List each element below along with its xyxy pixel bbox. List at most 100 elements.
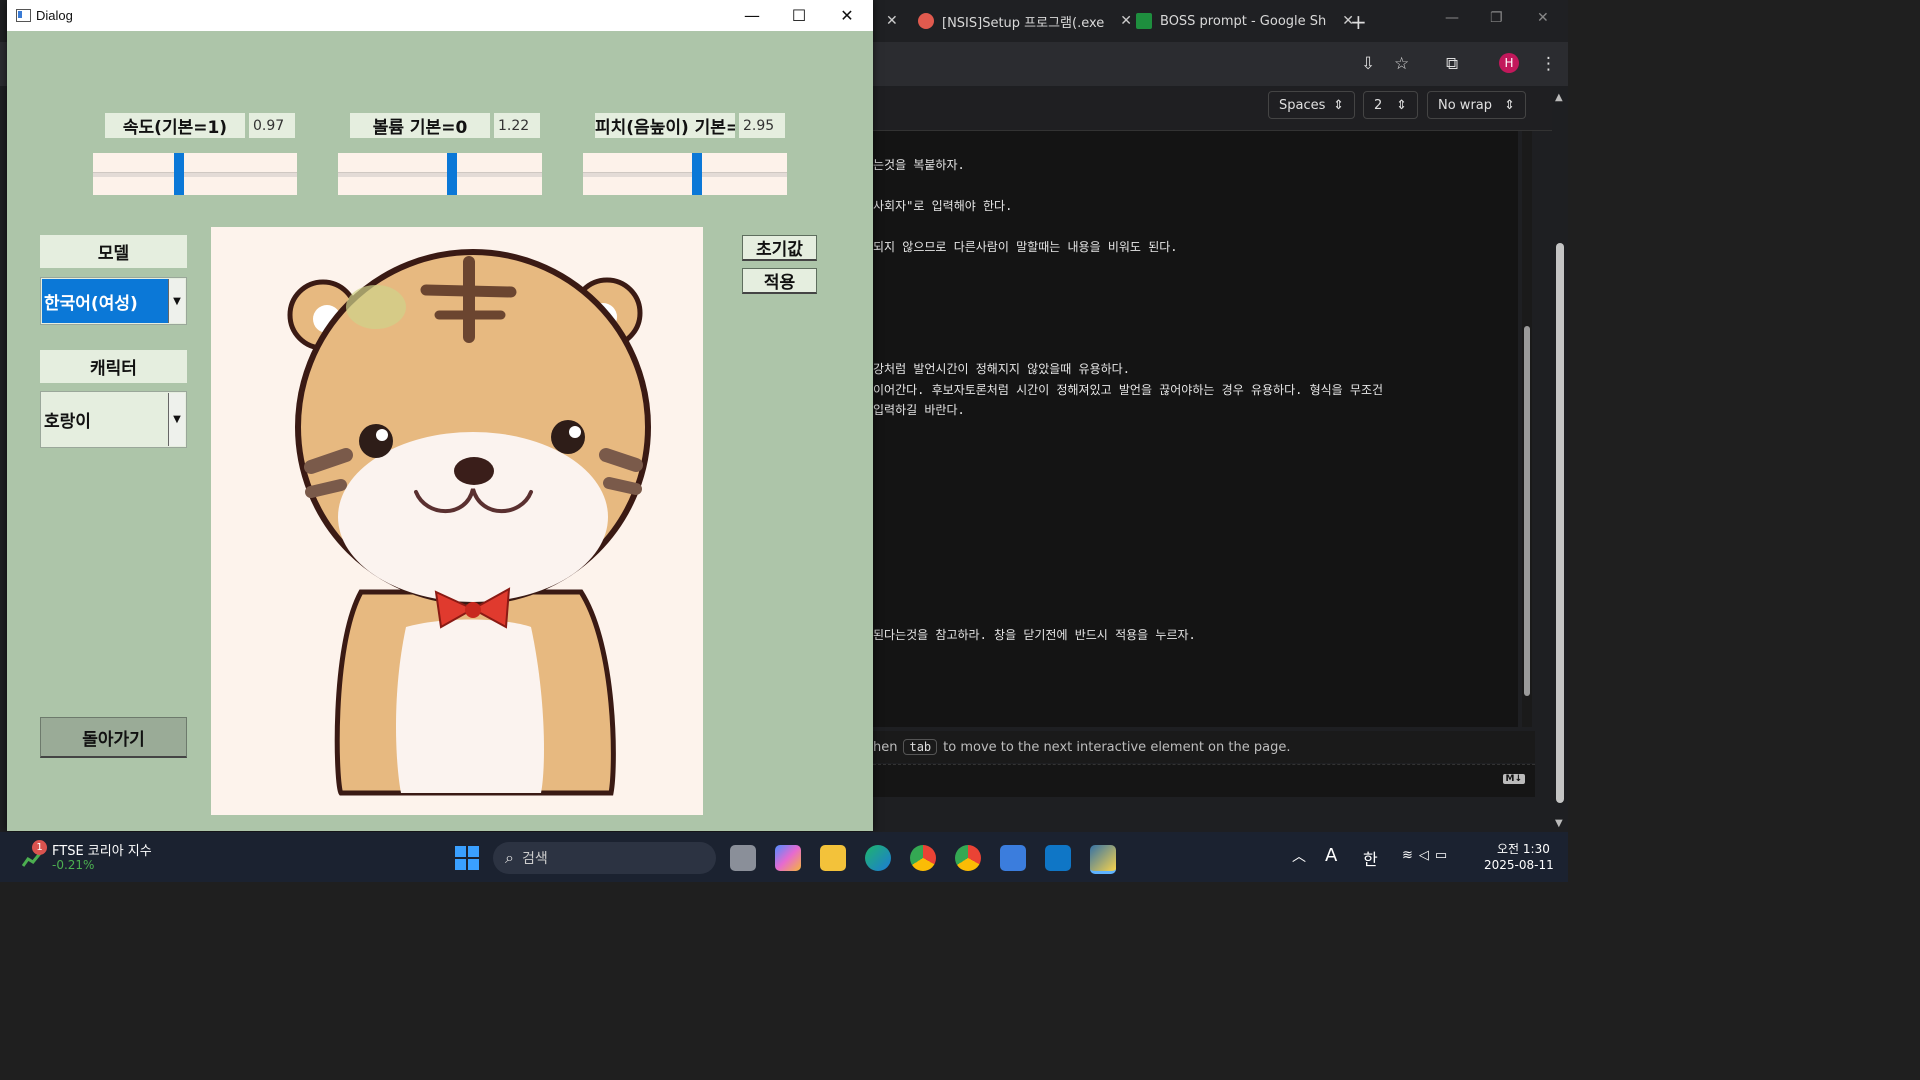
minimize-icon[interactable]: — <box>729 0 775 31</box>
taskbar-search[interactable]: ⌕ 검색 <box>493 842 716 874</box>
tab-nsis[interactable]: [NSIS]Setup 프로그램(.exe ✕ <box>918 6 1132 36</box>
editor-line: 되지 않으므로 다른사람이 말할때는 내용을 비워도 된다. <box>873 240 1178 254</box>
page-scrollbar[interactable]: ▲ ▼ <box>1552 88 1568 832</box>
bookmark-star-icon[interactable]: ☆ <box>1394 54 1409 74</box>
maximize-icon[interactable]: ☐ <box>776 0 822 31</box>
hint-text-before: hen <box>873 739 898 755</box>
model-selected-value: 한국어(여성) <box>42 279 168 323</box>
close-icon[interactable]: ✕ <box>1537 10 1549 26</box>
volume-value: 1.22 <box>494 113 540 138</box>
chrome-profile-icon[interactable] <box>955 845 981 871</box>
editor-line: 이어간다. 후보자토론처럼 시간이 정해져있고 발언을 끊어야하는 경우 유용하… <box>873 383 1384 397</box>
pitch-value: 2.95 <box>739 113 785 138</box>
indent-mode-select[interactable]: Spaces ⇕ <box>1268 91 1355 119</box>
scroll-up-icon[interactable]: ▲ <box>1555 92 1563 103</box>
editor-scroll-thumb[interactable] <box>1524 326 1530 696</box>
chevron-down-icon[interactable]: ▼ <box>168 393 185 446</box>
pitch-slider[interactable] <box>583 153 787 195</box>
slider-handle[interactable] <box>692 153 702 195</box>
restore-icon[interactable]: ❐ <box>1490 10 1503 26</box>
speed-value: 0.97 <box>249 113 295 138</box>
tab-close-partial[interactable]: ✕ <box>878 6 898 36</box>
edge-icon[interactable] <box>865 845 891 871</box>
hint-text-after: to move to the next interactive element … <box>943 739 1291 755</box>
install-app-icon[interactable]: ⇩ <box>1361 54 1375 74</box>
updown-icon: ⇕ <box>1333 97 1344 113</box>
markdown-icon: M↓ <box>1502 774 1525 784</box>
keyboard-hint: hen tab to move to the next interactive … <box>873 731 1535 763</box>
indent-mode-value: Spaces <box>1279 97 1326 113</box>
character-preview <box>211 227 703 815</box>
character-combobox[interactable]: 호랑이 ▼ <box>40 391 187 448</box>
speed-slider[interactable] <box>93 153 297 195</box>
editor-line: 는것을 복붙하자. <box>873 158 965 172</box>
tiger-character-image <box>287 249 651 796</box>
clock-time[interactable]: 오전 1:30 <box>1497 840 1550 857</box>
page-scroll-thumb[interactable] <box>1556 243 1564 803</box>
character-selected-value: 호랑이 <box>44 412 91 432</box>
tts-settings-dialog: Dialog — ☐ ✕ 속도(기본=1) 0.97 볼륨 기본=0 1.22 … <box>7 0 873 831</box>
chrome-icon[interactable] <box>910 845 936 871</box>
speaker-icon: ◁ <box>1418 848 1435 863</box>
minimize-icon[interactable]: — <box>1445 10 1459 26</box>
notification-badge: 1 <box>32 840 47 855</box>
windows-start-icon[interactable] <box>455 846 479 870</box>
scroll-down-icon[interactable]: ▼ <box>1555 818 1563 829</box>
google-sheets-icon <box>1136 13 1152 29</box>
notepad-icon[interactable] <box>1000 845 1026 871</box>
new-tab-button[interactable]: + <box>1350 10 1367 34</box>
editor-line: 입력하길 바란다. <box>873 403 965 417</box>
tab-label: BOSS prompt - Google Sh <box>1160 13 1327 29</box>
system-tray-icons[interactable]: ≋◁▭ <box>1402 848 1453 863</box>
chevron-down-icon[interactable]: ▼ <box>168 279 185 323</box>
stock-widget-value: -0.21% <box>52 858 95 872</box>
dialog-titlebar[interactable]: Dialog — ☐ ✕ <box>7 0 873 31</box>
chevron-up-icon[interactable]: ︿ <box>1292 846 1306 866</box>
indent-size-select[interactable]: 2 ⇕ <box>1363 91 1418 119</box>
slider-handle[interactable] <box>174 153 184 195</box>
more-menu-icon[interactable]: ⋮ <box>1540 54 1557 74</box>
updown-icon: ⇕ <box>1504 97 1515 113</box>
editor-scrollbar[interactable] <box>1522 131 1532 727</box>
model-combobox[interactable]: 한국어(여성) ▼ <box>40 277 187 325</box>
back-button[interactable]: 돌아가기 <box>40 717 187 758</box>
volume-label: 볼륨 기본=0 <box>350 113 490 138</box>
python-icon[interactable] <box>1090 845 1116 874</box>
volume-slider[interactable] <box>338 153 542 195</box>
reset-button[interactable]: 초기값 <box>742 235 817 261</box>
vscode-icon[interactable] <box>1045 845 1071 871</box>
slider-groove <box>583 172 787 177</box>
wrap-mode-select[interactable]: No wrap ⇕ <box>1427 91 1526 119</box>
slider-handle[interactable] <box>447 153 457 195</box>
pitch-label: 피치(음높이) 기본=0 <box>595 113 735 138</box>
character-label: 캐릭터 <box>40 350 187 383</box>
apply-button[interactable]: 적용 <box>742 268 817 294</box>
updown-icon: ⇕ <box>1396 97 1407 113</box>
app-window-icon <box>16 9 31 22</box>
battery-icon: ▭ <box>1434 848 1454 863</box>
model-label: 모델 <box>40 235 187 268</box>
copilot-icon[interactable] <box>775 845 801 871</box>
ime-language-indicator[interactable]: 한 <box>1363 846 1378 870</box>
slider-groove <box>93 172 297 177</box>
file-explorer-icon[interactable] <box>820 845 846 871</box>
wrap-mode-value: No wrap <box>1438 97 1493 113</box>
editor-line: 강처럼 발언시간이 정해지지 않았을때 유용하다. <box>873 362 1130 376</box>
ime-mode-indicator[interactable]: A <box>1325 845 1337 866</box>
search-icon: ⌕ <box>505 848 514 867</box>
tab-key-badge: tab <box>903 739 938 755</box>
clock-date[interactable]: 2025-08-11 <box>1484 858 1554 872</box>
close-icon[interactable]: ✕ <box>1120 13 1132 29</box>
markdown-area[interactable]: M↓ <box>873 764 1535 797</box>
stock-widget-name[interactable]: FTSE 코리아 지수 <box>52 840 152 859</box>
wifi-icon: ≋ <box>1402 848 1419 863</box>
avatar[interactable]: H <box>1499 53 1519 73</box>
tab-label: [NSIS]Setup 프로그램(.exe <box>942 15 1105 31</box>
extensions-icon[interactable]: ⧉ <box>1446 54 1458 74</box>
close-icon[interactable]: ✕ <box>824 0 870 31</box>
tab-boss-prompt[interactable]: BOSS prompt - Google Sh ✕ <box>1136 6 1354 36</box>
speed-label: 속도(기본=1) <box>105 113 245 138</box>
task-view-icon[interactable] <box>730 845 756 871</box>
slider-groove <box>338 172 542 177</box>
dialog-title: Dialog <box>36 8 73 23</box>
